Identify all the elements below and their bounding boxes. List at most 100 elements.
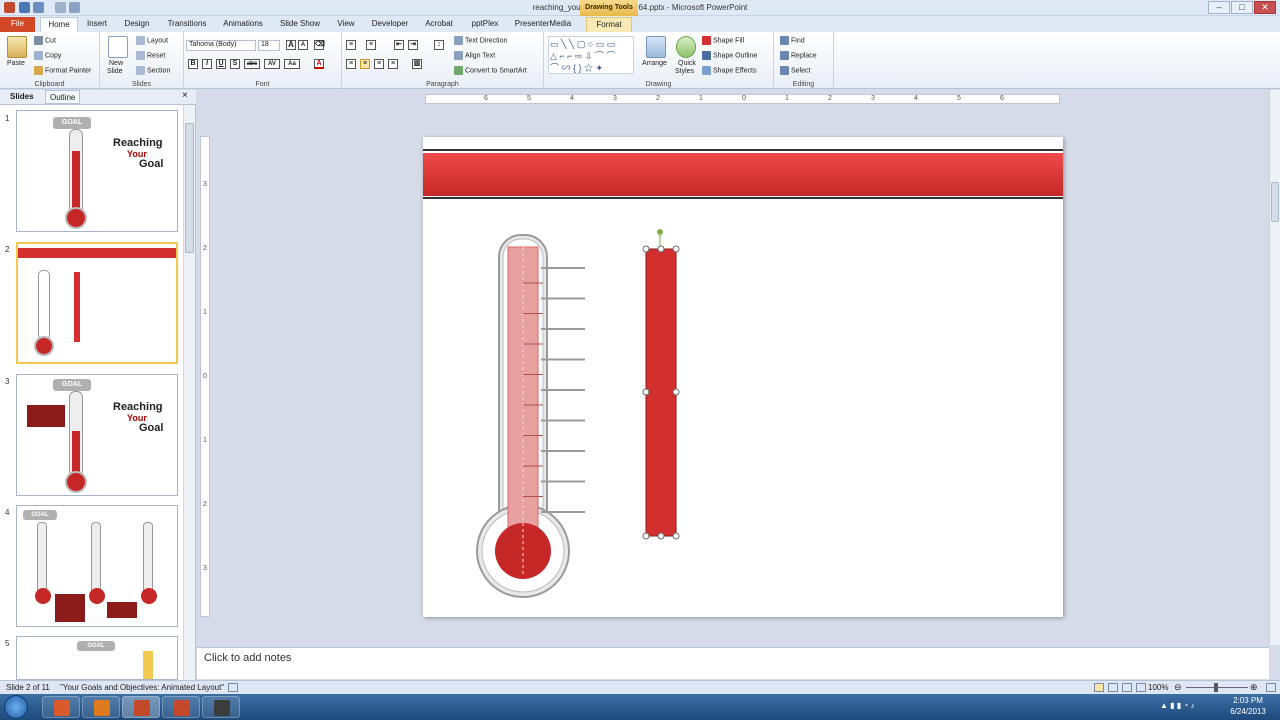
justify-icon[interactable]: ≡ [388, 59, 398, 69]
reset-button[interactable]: Reset [136, 51, 165, 60]
new-slide-label-2[interactable]: Slide [107, 68, 123, 75]
resize-handle[interactable] [657, 245, 665, 253]
slide-thumbnail-5[interactable]: GOAL [16, 636, 178, 680]
align-right-icon[interactable]: ≡ [374, 59, 384, 69]
tab-slide-show[interactable]: Slide Show [276, 17, 324, 32]
clock-date[interactable]: 6/24/2013 [1226, 707, 1270, 716]
resize-handle[interactable] [657, 532, 665, 540]
paste-icon[interactable] [7, 36, 27, 58]
cut-button[interactable]: Cut [34, 36, 56, 45]
normal-view-icon[interactable] [1094, 683, 1104, 692]
tab-outline[interactable]: Outline [45, 90, 81, 104]
underline-button[interactable]: U [216, 59, 226, 69]
text-direction-button[interactable]: Text Direction [454, 36, 507, 45]
replace-button[interactable]: Replace [780, 51, 817, 60]
selected-red-bar[interactable] [645, 229, 677, 537]
columns-icon[interactable]: ▥ [412, 59, 422, 69]
resize-handle[interactable] [642, 388, 650, 396]
notes-placeholder[interactable]: Click to add notes [204, 652, 291, 664]
slide-thumbnail-4[interactable]: GOAL [16, 505, 178, 627]
quick-styles-label-2[interactable]: Styles [675, 68, 694, 75]
line-spacing-icon[interactable]: ↕ [434, 40, 444, 50]
slide-thumbnail-1[interactable]: GOAL Reaching Your Goal [16, 110, 178, 232]
close-button[interactable]: ✕ [1254, 1, 1276, 14]
tab-acrobat[interactable]: Acrobat [420, 17, 458, 32]
arrange-button[interactable]: Arrange [642, 60, 667, 67]
zoom-out-icon[interactable]: ⊖ [1174, 682, 1182, 693]
tab-presentermedia[interactable]: PresenterMedia [510, 17, 576, 32]
reading-view-icon[interactable] [1122, 683, 1132, 692]
new-slide-icon[interactable] [108, 36, 128, 58]
font-size-combo[interactable]: 18 [258, 40, 280, 51]
align-left-icon[interactable]: ≡ [346, 59, 356, 69]
start-button-icon[interactable] [4, 695, 28, 719]
fit-slide-icon[interactable] [1266, 683, 1276, 692]
increase-indent-icon[interactable]: ⇥ [408, 40, 418, 50]
find-button[interactable]: Find [780, 36, 805, 45]
thumbnail-scrollbar[interactable] [183, 105, 195, 680]
paste-button[interactable]: Paste [7, 60, 25, 67]
slide-canvas[interactable] [423, 137, 1063, 617]
slide-thumbnail-3[interactable]: GOAL Reaching Your Goal [16, 374, 178, 496]
zoom-level[interactable]: 100% [1148, 683, 1168, 692]
shadow-button[interactable]: S [230, 59, 240, 69]
shape-fill-button[interactable]: Shape Fill [702, 36, 744, 45]
align-center-icon[interactable]: ≡ [360, 59, 370, 69]
spellcheck-icon[interactable] [228, 683, 238, 692]
tab-home[interactable]: Home [40, 17, 78, 32]
maximize-button[interactable]: □ [1231, 1, 1253, 14]
clock-time[interactable]: 2:03 PM [1226, 696, 1270, 705]
shape-outline-button[interactable]: Shape Outline [702, 51, 757, 60]
new-slide-label-1[interactable]: New [109, 60, 123, 67]
vertical-scrollbar[interactable] [1269, 90, 1280, 645]
char-spacing-button[interactable]: AV [264, 59, 280, 69]
taskbar-app-4[interactable] [162, 696, 200, 718]
resize-handle[interactable] [672, 245, 680, 253]
tab-design[interactable]: Design [118, 17, 156, 32]
taskbar-app-5[interactable] [202, 696, 240, 718]
convert-smartart-button[interactable]: Convert to SmartArt [454, 66, 527, 75]
scroll-thumb[interactable] [185, 123, 194, 253]
close-pane-icon[interactable]: × [182, 90, 188, 101]
italic-button[interactable]: I [202, 59, 212, 69]
decrease-indent-icon[interactable]: ⇤ [394, 40, 404, 50]
shapes-gallery[interactable]: ▭ ╲ ╲ ▢ ○ ▭ ▭ △ ⌐ ⌐ ⇨ ⇩ ⌒ ⌒ ⌒ ∽ { } ☆ ✦ [548, 36, 634, 74]
zoom-slider-thumb[interactable] [1214, 683, 1218, 692]
resize-handle[interactable] [672, 388, 680, 396]
change-case-button[interactable]: Aa [284, 59, 300, 69]
tab-animations[interactable]: Animations [218, 17, 268, 32]
section-button[interactable]: Section [136, 66, 170, 75]
zoom-in-icon[interactable]: ⊕ [1250, 682, 1258, 693]
notes-pane[interactable]: Click to add notes [197, 647, 1269, 679]
tab-developer[interactable]: Developer [368, 17, 412, 32]
font-color-button[interactable]: A [314, 59, 324, 69]
slide-sorter-icon[interactable] [1108, 683, 1118, 692]
taskbar-app-1[interactable] [42, 696, 80, 718]
select-button[interactable]: Select [780, 66, 810, 75]
tab-slides[interactable]: Slides [10, 92, 34, 101]
bullets-icon[interactable]: ≡ [346, 40, 356, 50]
resize-handle[interactable] [642, 245, 650, 253]
shrink-font-icon[interactable]: A [298, 40, 308, 50]
tab-insert[interactable]: Insert [80, 17, 114, 32]
taskbar-app-2[interactable] [82, 696, 120, 718]
grow-font-icon[interactable]: A [286, 40, 296, 50]
scroll-thumb[interactable] [1271, 182, 1279, 222]
minimize-button[interactable]: – [1208, 1, 1230, 14]
strikethrough-button[interactable]: abc [244, 59, 260, 69]
tab-pptplex[interactable]: pptPlex [466, 17, 504, 32]
font-name-combo[interactable]: Tahoma (Body) [186, 40, 256, 51]
format-painter-button[interactable]: Format Painter [34, 66, 91, 75]
clear-format-icon[interactable]: ⌫ [314, 40, 325, 50]
tab-file[interactable]: File [0, 17, 35, 32]
bold-button[interactable]: B [188, 59, 198, 69]
tab-transitions[interactable]: Transitions [162, 17, 212, 32]
tray-icons[interactable]: ▲ ▮ ▮ ◔ ♪ [1160, 701, 1220, 713]
numbering-icon[interactable]: ≡ [366, 40, 376, 50]
layout-button[interactable]: Layout [136, 36, 168, 45]
taskbar-powerpoint[interactable] [122, 696, 160, 718]
align-text-button[interactable]: Align Text [454, 51, 495, 60]
slideshow-view-icon[interactable] [1136, 683, 1146, 692]
resize-handle[interactable] [642, 532, 650, 540]
quick-styles-label-1[interactable]: Quick [678, 60, 696, 67]
